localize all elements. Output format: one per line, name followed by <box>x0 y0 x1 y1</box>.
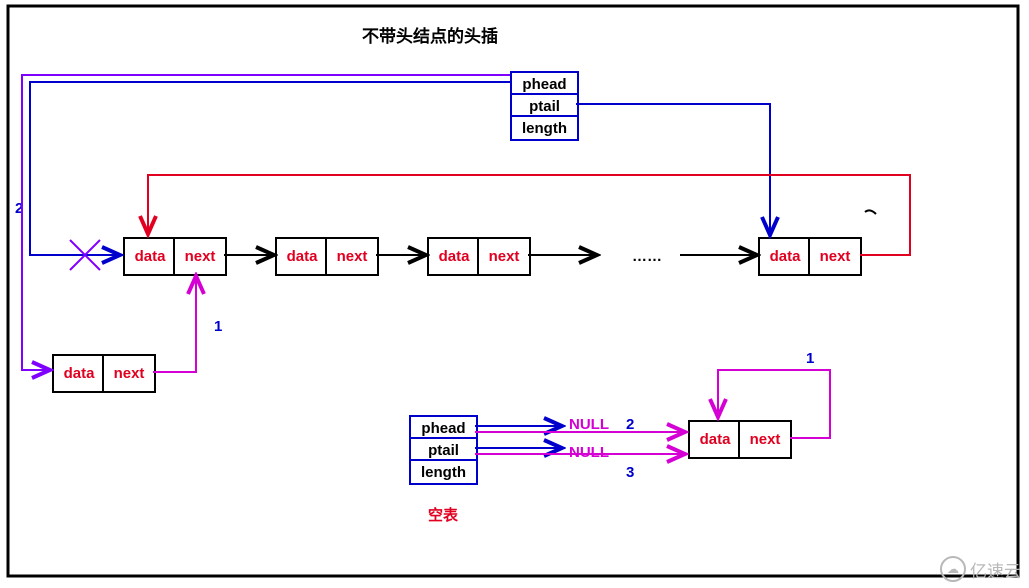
diagram-lines <box>0 0 1029 588</box>
watermark: ☁ 亿速云 <box>940 556 1021 582</box>
watermark-text: 亿速云 <box>970 557 1021 582</box>
cloud-icon: ☁ <box>940 556 966 582</box>
